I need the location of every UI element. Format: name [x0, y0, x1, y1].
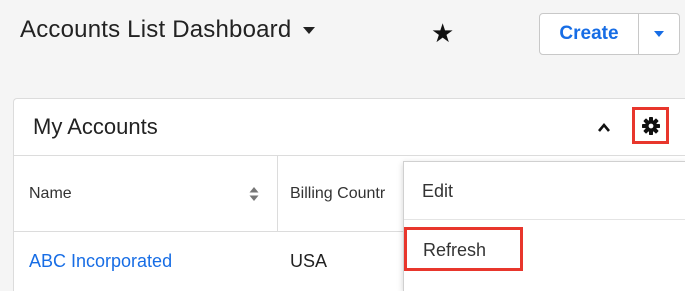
refresh-highlight: Refresh [404, 227, 523, 271]
star-icon[interactable]: ★ [431, 18, 454, 48]
gear-icon [641, 116, 660, 135]
account-name-link[interactable]: ABC Incorporated [29, 232, 172, 291]
caret-down-icon [654, 31, 664, 37]
menu-item-label: Refresh [423, 240, 487, 260]
dashlet-title: My Accounts [33, 114, 158, 139]
dashboard-title: Accounts List Dashboard [20, 16, 292, 43]
menu-item-edit[interactable]: Edit [404, 162, 685, 220]
caret-down-icon [303, 26, 316, 34]
column-header-label: Billing Countr [290, 184, 386, 202]
menu-item-label: Edit [422, 181, 454, 201]
dashboard-header: Accounts List Dashboard ★ Create [0, 0, 685, 72]
chevron-up-icon[interactable] [598, 122, 610, 134]
menu-item-refresh[interactable]: Refresh [404, 220, 685, 277]
dashlet-header: My Accounts [14, 99, 685, 156]
dashlet-settings-menu: Edit Refresh [403, 161, 685, 291]
create-button-group: Create [539, 13, 680, 55]
billing-country-cell: USA [290, 251, 328, 271]
dashboard-title-dropdown[interactable]: Accounts List Dashboard [20, 16, 316, 44]
column-header-label: Name [29, 184, 72, 202]
settings-button[interactable] [632, 107, 669, 144]
column-header-name[interactable]: Name [14, 156, 278, 232]
create-button[interactable]: Create [540, 14, 639, 54]
sort-icon[interactable] [249, 186, 259, 202]
create-dropdown-button[interactable] [639, 14, 679, 54]
